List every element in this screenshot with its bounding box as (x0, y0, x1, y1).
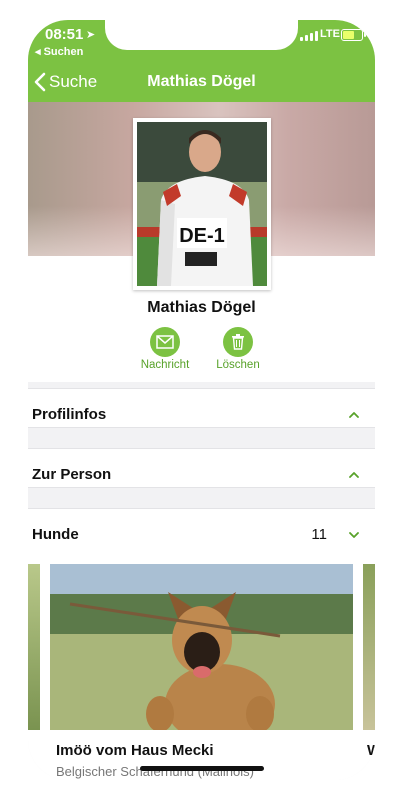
bib-number: DE-1 (179, 225, 225, 247)
dog-card[interactable]: Imöö vom Haus Mecki Belgischer Schäferhu… (50, 564, 353, 780)
section-hunde[interactable]: Hunde 11 (28, 508, 375, 565)
status-time: 08:51 (45, 26, 84, 43)
profile-photo-frame[interactable]: DE-1 (133, 118, 271, 290)
chevron-up-icon (349, 412, 359, 418)
delete-button-label: Löschen (216, 359, 260, 371)
signal-strength-icon (300, 30, 318, 41)
dog-photo (50, 564, 353, 730)
dog-name: Imöö vom Haus Mecki (56, 742, 214, 759)
network-type: LTE (320, 28, 340, 40)
status-bar: 08:51 ➤ ◂ Suchen LTE (28, 20, 375, 64)
section-zur-person[interactable]: Zur Person (28, 448, 375, 488)
section-title: Zur Person (32, 466, 112, 483)
battery-tip (364, 32, 366, 37)
battery-icon (341, 29, 363, 41)
profile-photo: DE-1 (137, 122, 267, 286)
trash-icon (232, 334, 244, 350)
message-button-circle (150, 327, 180, 357)
next-dog-card-peek[interactable] (363, 564, 375, 730)
back-to-app-link[interactable]: ◂ Suchen (35, 45, 83, 58)
envelope-icon (156, 335, 174, 349)
battery-level (343, 31, 354, 39)
home-indicator (140, 766, 264, 771)
chevron-down-icon (349, 532, 359, 538)
navigation-bar: Suche Mathias Dögel (28, 64, 375, 102)
location-arrow-icon: ➤ (86, 29, 96, 41)
dog-count-badge: 11 (311, 526, 327, 543)
message-button[interactable]: Nachricht (125, 327, 205, 371)
phone-screen: 08:51 ➤ ◂ Suchen LTE Suche Mathias Dögel (28, 20, 375, 780)
dogs-carousel[interactable]: Imöö vom Haus Mecki Belgischer Schäferhu… (28, 564, 375, 780)
profile-name: Mathias Dögel (147, 299, 256, 316)
section-profilinfos[interactable]: Profilinfos (28, 388, 375, 428)
previous-dog-card-peek[interactable] (28, 564, 40, 730)
chevron-up-icon (349, 472, 359, 478)
device-notch (105, 20, 298, 50)
dog-illustration (50, 564, 353, 730)
next-dog-name-peek: W (367, 742, 375, 759)
delete-button[interactable]: Löschen (198, 327, 278, 371)
page-title: Mathias Dögel (147, 73, 256, 90)
message-button-label: Nachricht (140, 359, 190, 371)
section-title: Hunde (32, 526, 79, 543)
delete-button-circle (223, 327, 253, 357)
section-title: Profilinfos (32, 406, 107, 423)
person-illustration: DE-1 (137, 122, 267, 286)
